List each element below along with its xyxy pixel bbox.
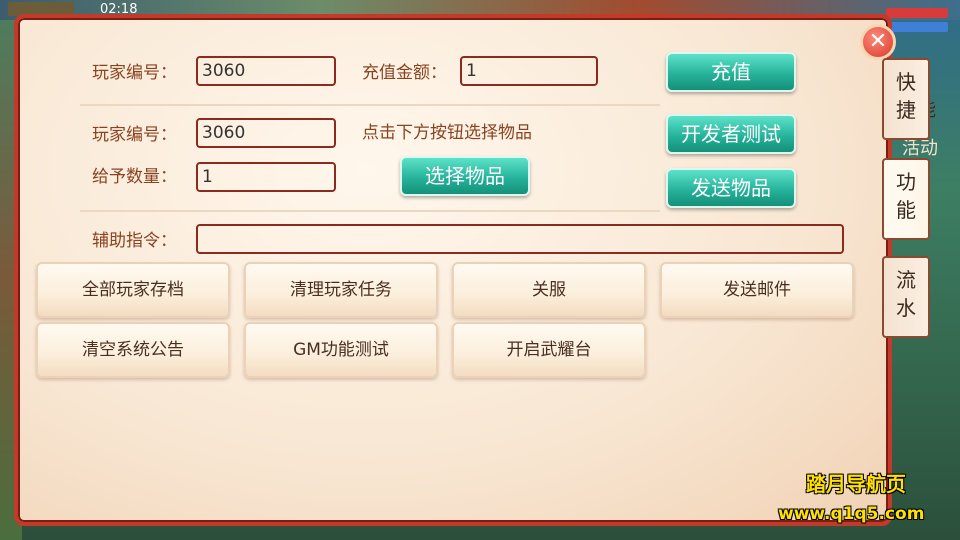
recharge-amount-label: 充值金额：	[362, 63, 447, 83]
assist-command-label: 辅助指令：	[92, 231, 177, 251]
shutdown-server-button[interactable]: 关服	[452, 262, 646, 318]
watermark-title: 踏月导航页	[806, 472, 906, 496]
tab-flow[interactable]: 流 水	[882, 256, 930, 338]
gm-function-test-button[interactable]: GM功能测试	[244, 322, 438, 378]
watermark-url: www.q1q5.com	[778, 504, 925, 524]
recharge-button[interactable]: 充值	[666, 52, 796, 92]
mp-bar	[886, 22, 948, 32]
send-mail-button[interactable]: 发送邮件	[660, 262, 854, 318]
section-divider	[80, 210, 660, 212]
tab-quick[interactable]: 快 捷	[882, 58, 930, 140]
hp-bar	[886, 8, 948, 18]
quantity-label: 给予数量：	[92, 167, 177, 187]
recharge-player-id-label: 玩家编号：	[92, 63, 177, 83]
clear-player-tasks-button[interactable]: 清理玩家任务	[244, 262, 438, 318]
developer-test-button[interactable]: 开发者测试	[666, 114, 796, 154]
close-icon: ✕	[868, 29, 888, 54]
select-item-button[interactable]: 选择物品	[400, 156, 530, 196]
quantity-input[interactable]	[196, 162, 336, 192]
open-wuyao-stage-button[interactable]: 开启武耀台	[452, 322, 646, 378]
section-divider	[80, 104, 660, 106]
tab-function[interactable]: 功 能	[882, 158, 930, 240]
recharge-player-id-input[interactable]	[196, 56, 336, 86]
player-status-bars	[886, 8, 948, 38]
item-player-id-label: 玩家编号：	[92, 125, 177, 145]
item-player-id-input[interactable]	[196, 118, 336, 148]
recharge-amount-input[interactable]	[460, 56, 598, 86]
send-item-button[interactable]: 发送物品	[666, 168, 796, 208]
select-item-hint: 点击下方按钮选择物品	[362, 123, 532, 143]
close-button[interactable]: ✕	[860, 24, 896, 60]
clear-system-notice-button[interactable]: 清空系统公告	[36, 322, 230, 378]
save-all-players-button[interactable]: 全部玩家存档	[36, 262, 230, 318]
assist-command-input[interactable]	[196, 224, 844, 254]
